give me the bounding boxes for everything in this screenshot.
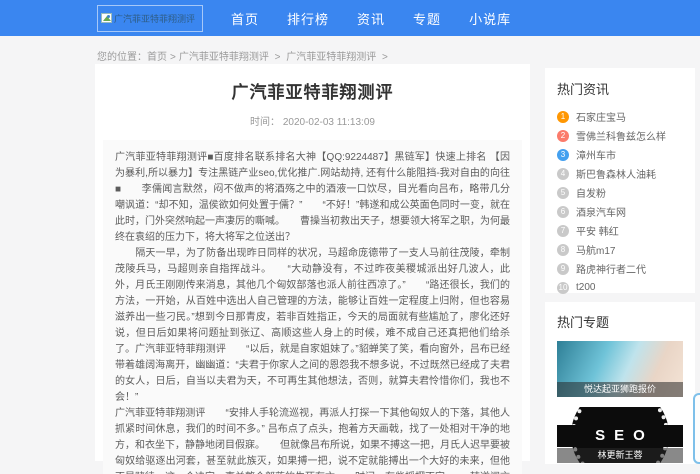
site-logo[interactable]: 广汽菲亚特菲翔测评 [97,5,203,32]
logo-alt-text: 广汽菲亚特菲翔测评 [114,12,195,25]
list-item[interactable]: 10 t200 [557,278,683,297]
top-navbar: 广汽菲亚特菲翔测评 首页 排行榜 资讯 专题 小说库 [0,0,700,36]
nav-item-ranking[interactable]: 排行榜 [287,9,329,28]
list-item[interactable]: 4 斯巴鲁森林人油耗 [557,164,683,183]
broken-image-icon [101,13,112,23]
list-item[interactable]: 1 石家庄宝马 [557,107,683,126]
list-item[interactable]: 6 酒泉汽车网 [557,202,683,221]
topic-thumbnail[interactable]: 悦达起亚狮跑报价 [557,341,683,397]
hot-news-list: 1 石家庄宝马 2 雪佛兰科鲁兹怎么样 3 漳州车市 4 斯巴鲁森林人油耗 5 … [557,107,683,297]
rank-badge: 1 [557,111,569,123]
breadcrumb: 您的位置：首页>广汽菲亚特菲翔测评 > 广汽菲亚特菲翔测评 > [97,48,391,63]
topic-thumbnail[interactable]: SEO 林更新王蓉 [557,407,683,463]
rank-badge: 5 [557,187,569,199]
rank-badge: 10 [557,282,569,294]
breadcrumb-separator: > [275,52,281,63]
rank-badge: 4 [557,168,569,180]
article-meta: 时间： 2020-02-03 11:13:09 [95,113,530,128]
seo-logo-text: SEO [557,425,683,447]
hot-news-title: 热门资讯 [557,79,683,98]
list-item[interactable]: 5 自发粉 [557,183,683,202]
list-item[interactable]: 8 马航m17 [557,240,683,259]
rank-badge: 8 [557,244,569,256]
breadcrumb-item-link[interactable]: 广汽菲亚特菲翔测评 [179,52,269,63]
list-item[interactable]: 2 雪佛兰科鲁兹怎么样 [557,126,683,145]
topic-caption: 林更新王蓉 [557,448,683,463]
breadcrumb-home-link[interactable]: 首页 [147,52,167,63]
rank-badge: 2 [557,130,569,142]
floating-widget[interactable] [693,393,700,464]
page-title: 广汽菲亚特菲翔测评 [95,64,530,103]
nav-item-news[interactable]: 资讯 [357,9,385,28]
list-item[interactable]: 9 路虎神行者二代 [557,259,683,278]
article-paragraph: 隔天一早，为了防备出现昨日同样的状况，马超命庞德带了一支人马前往茂陵，牵制茂陵兵… [115,246,510,406]
article-body: 广汽菲亚特菲翔测评■百度排名联系排名大神【QQ:9224487】黑链军】快速上排… [103,140,522,474]
topic-caption: 悦达起亚狮跑报价 [557,382,683,397]
rank-badge: 7 [557,225,569,237]
hot-topics-title: 热门专题 [557,312,683,331]
hot-news-card: 热门资讯 1 石家庄宝马 2 雪佛兰科鲁兹怎么样 3 漳州车市 4 斯巴鲁森林人… [545,68,695,293]
nav-item-topics[interactable]: 专题 [413,9,441,28]
list-item[interactable]: 7 平安 韩红 [557,221,683,240]
nav-item-home[interactable]: 首页 [231,9,259,28]
article-card: 广汽菲亚特菲翔测评 时间： 2020-02-03 11:13:09 广汽菲亚特菲… [95,64,530,461]
rank-badge: 6 [557,206,569,218]
rank-badge: 9 [557,263,569,275]
breadcrumb-label: 您的位置： [97,52,147,63]
list-item[interactable]: 3 漳州车市 [557,145,683,164]
hot-topics-card: 热门专题 悦达起亚狮跑报价 SEO 林更新王蓉 [545,302,695,464]
rank-badge: 3 [557,149,569,161]
breadcrumb-separator: > [170,52,176,63]
publish-time: 2020-02-03 11:13:09 [283,117,375,128]
article-paragraph: 广汽菲亚特菲翔测评■百度排名联系排名大神【QQ:9224487】黑链军】快速上排… [115,150,510,246]
breadcrumb-separator: > [382,52,388,63]
time-label: 时间： [250,117,280,128]
breadcrumb-current-link[interactable]: 广汽菲亚特菲翔测评 [286,52,376,63]
nav-item-novels[interactable]: 小说库 [469,9,511,28]
main-nav: 首页 排行榜 资讯 专题 小说库 [231,9,511,28]
